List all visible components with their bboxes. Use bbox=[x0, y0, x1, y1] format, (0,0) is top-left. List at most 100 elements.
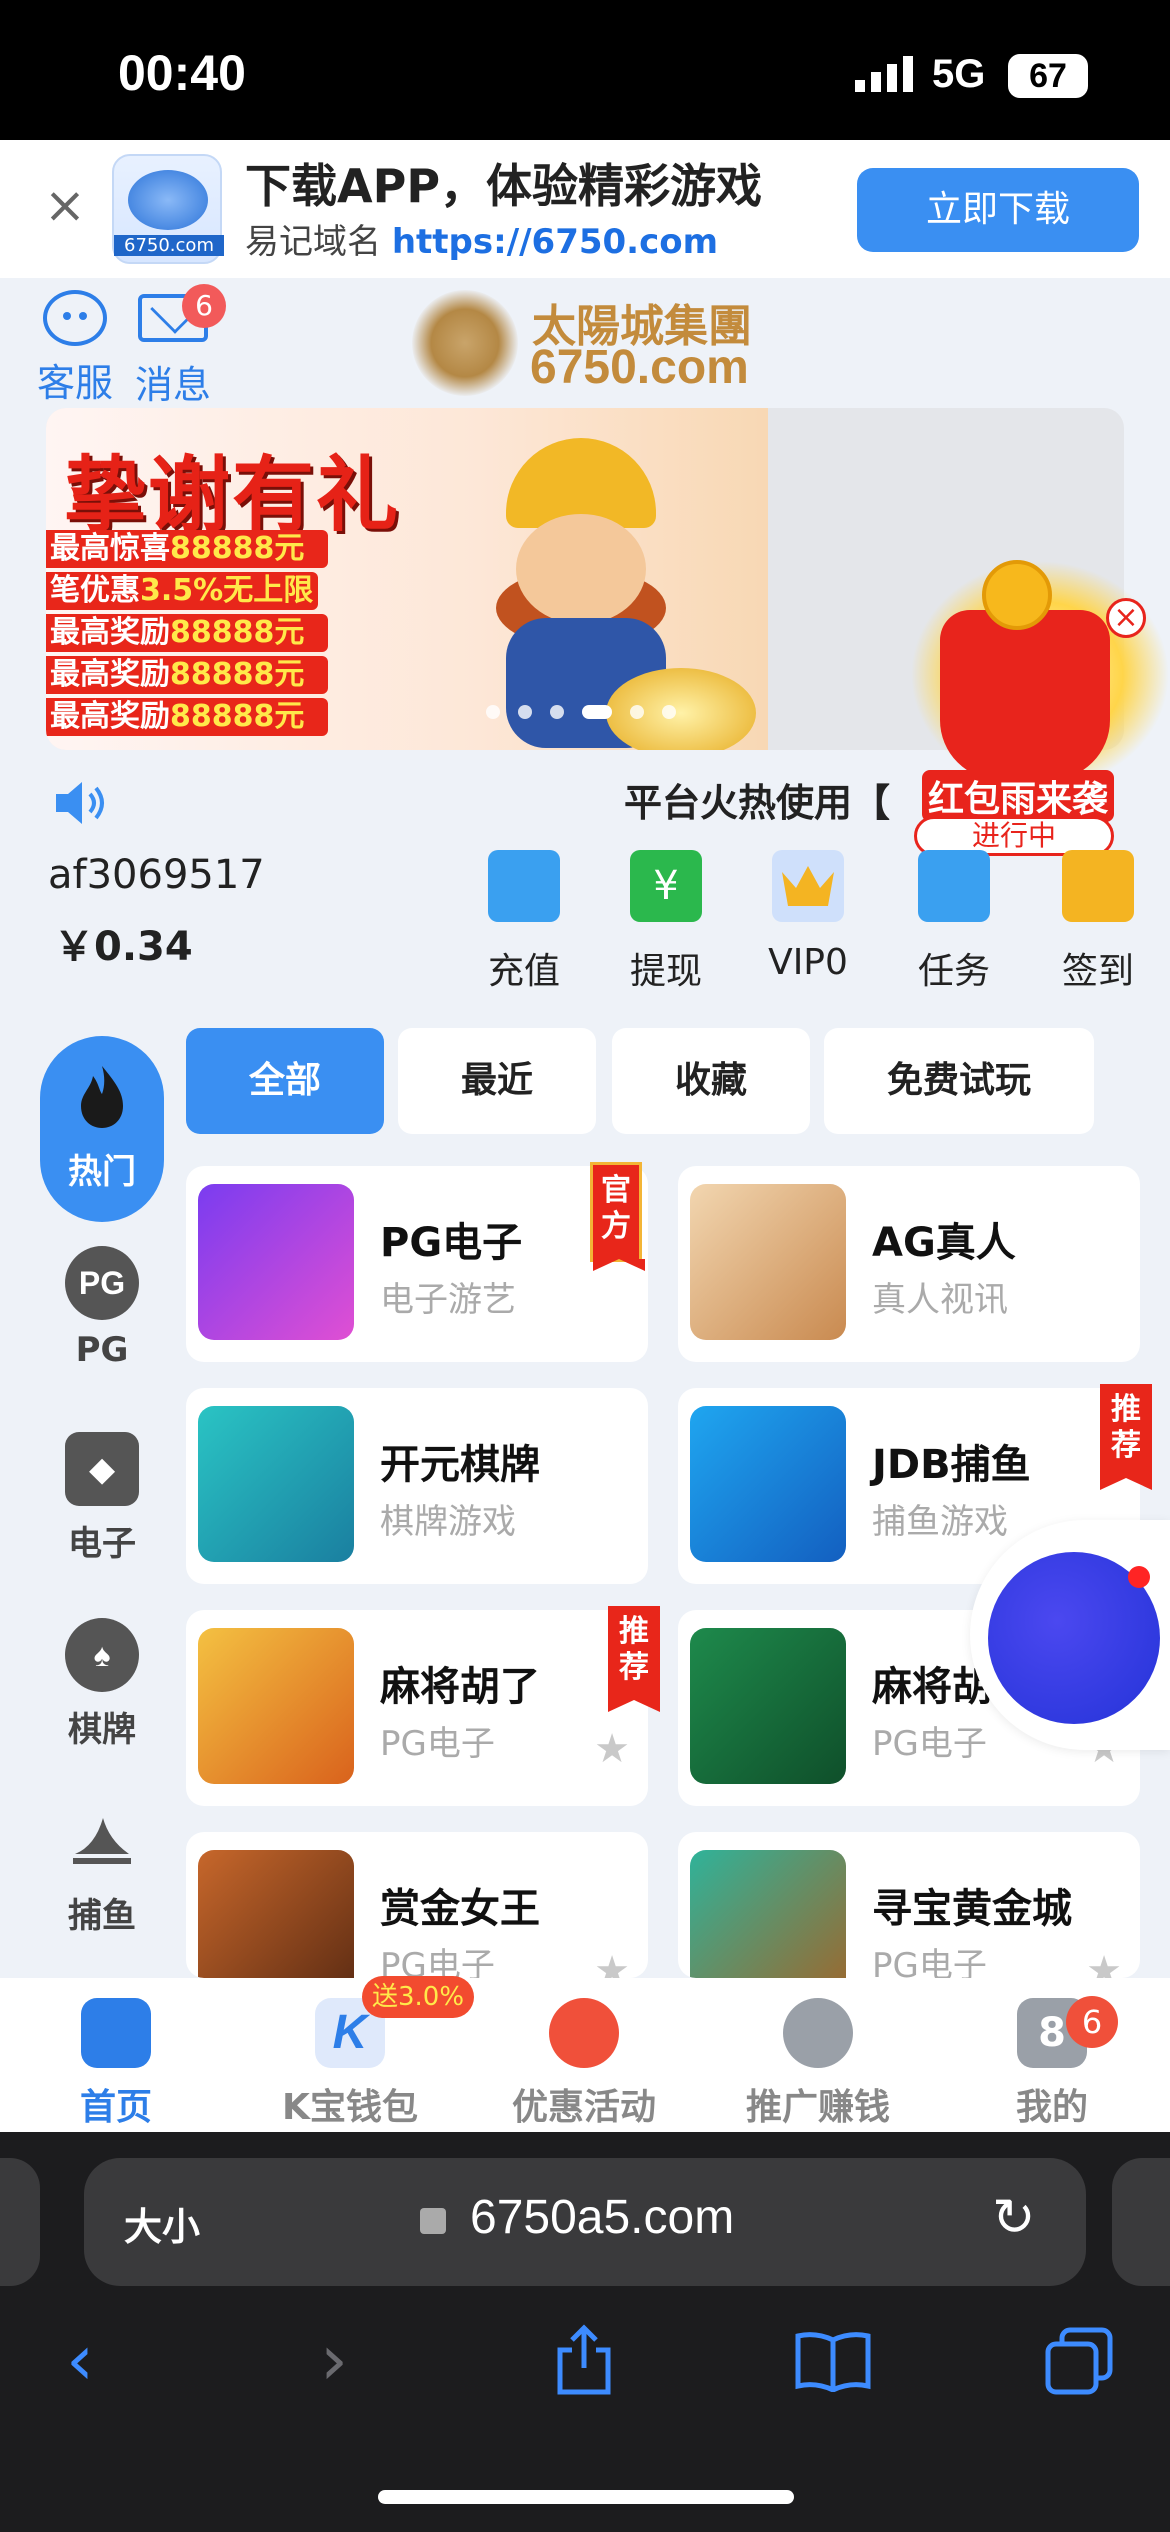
domain-link[interactable]: https://6750.com bbox=[392, 222, 718, 262]
home-indicator bbox=[378, 2490, 794, 2504]
coin-icon bbox=[982, 560, 1052, 630]
promo-line: 最高奖励88888元 bbox=[46, 656, 328, 694]
tab-home[interactable]: 首页 bbox=[16, 1998, 216, 2130]
balance: ￥0.34 bbox=[54, 924, 193, 970]
battery-icon: 67 bbox=[1008, 54, 1088, 98]
announcement-marquee[interactable]: 平台火热使用【 bbox=[624, 772, 890, 827]
app-icon: 6750.com bbox=[112, 154, 224, 264]
red-packet-float[interactable]: × 红包雨来袭 进行中 bbox=[890, 560, 1170, 856]
shark-icon bbox=[65, 1804, 139, 1878]
favorite-star-icon[interactable]: ★ bbox=[1086, 1948, 1122, 1978]
service-label: 客服 bbox=[36, 361, 113, 405]
text-size-button[interactable]: 大小 bbox=[124, 2196, 200, 2251]
share-icon[interactable] bbox=[552, 2322, 616, 2398]
lock-icon bbox=[420, 2208, 446, 2234]
promo-line: 笔优惠3.5%无上限 bbox=[46, 572, 318, 610]
game-card-treasure[interactable]: 寻宝黄金城 PG电子 ★ bbox=[678, 1832, 1140, 1978]
download-button[interactable]: 立即下载 bbox=[857, 168, 1139, 252]
game-thumbnail bbox=[690, 1850, 846, 1978]
promo-line: 最高奖励88888元 bbox=[46, 698, 328, 736]
status-bar: 00:40 5G 67 bbox=[0, 0, 1170, 140]
category-hot[interactable]: 热门 bbox=[40, 1036, 164, 1222]
favorite-star-icon[interactable]: ★ bbox=[594, 1948, 630, 1978]
game-card-pg[interactable]: PG电子 电子游艺 官方 bbox=[186, 1162, 648, 1362]
game-thumbnail bbox=[198, 1184, 354, 1340]
cash-withdraw-icon: ¥ bbox=[630, 850, 702, 922]
promo-line: 最高惊喜88888元 bbox=[46, 530, 328, 568]
tabs-icon[interactable] bbox=[1044, 2326, 1114, 2396]
pg-logo-icon: PG bbox=[65, 1246, 139, 1320]
promo-line: 最高奖励88888元 bbox=[46, 614, 328, 652]
download-title: 下载APP，体验精彩游戏 bbox=[245, 159, 763, 213]
url-text[interactable]: 6750a5.com bbox=[470, 2190, 734, 2245]
red-envelope-icon bbox=[940, 610, 1110, 780]
fire-icon bbox=[65, 1060, 139, 1134]
withdraw-button[interactable]: ¥ 提现 bbox=[606, 850, 726, 994]
category-fishing[interactable]: 捕鱼 bbox=[40, 1804, 164, 1937]
task-list-icon bbox=[918, 850, 990, 922]
game-card-ag[interactable]: AG真人 真人视讯 bbox=[678, 1166, 1140, 1362]
poker-chip-icon: ♠ bbox=[65, 1618, 139, 1692]
recommend-tag: 推荐 bbox=[1100, 1384, 1152, 1490]
task-button[interactable]: 任务 bbox=[894, 850, 1014, 994]
tab-promotions[interactable]: 优惠活动 bbox=[484, 1998, 684, 2130]
customer-service-button[interactable]: 客服 bbox=[30, 290, 120, 407]
carousel-dots bbox=[486, 704, 694, 723]
game-thumbnail bbox=[198, 1850, 354, 1978]
k-wallet-badge: 送3.0% bbox=[362, 1976, 475, 2018]
game-card-ky[interactable]: 开元棋牌 棋牌游戏 bbox=[186, 1388, 648, 1584]
gamepad-icon: ◆ bbox=[65, 1432, 139, 1506]
red-packet-label: 红包雨来袭 bbox=[922, 770, 1115, 822]
promo-slide[interactable]: 挚谢有礼 最高惊喜88888元 笔优惠3.5%无上限 最高奖励88888元 最高… bbox=[46, 408, 768, 750]
deposit-button[interactable]: 充值 bbox=[464, 850, 584, 994]
domain-text: 易记域名 https://6750.com bbox=[245, 222, 719, 262]
game-thumbnail bbox=[690, 1184, 846, 1340]
bookmarks-icon[interactable] bbox=[794, 2330, 872, 2392]
status-time: 00:40 bbox=[118, 45, 246, 101]
wallet-icon bbox=[488, 850, 560, 922]
tab-recent[interactable]: 最近 bbox=[398, 1028, 596, 1134]
messages-badge: 6 bbox=[182, 284, 226, 328]
address-bar[interactable]: 大小 6750a5.com ↻ bbox=[84, 2158, 1086, 2286]
favorite-star-icon[interactable]: ★ bbox=[594, 1726, 630, 1772]
game-card-bounty[interactable]: 赏金女王 PG电子 ★ bbox=[186, 1832, 648, 1978]
site-logo: 太陽城集團 6750.com bbox=[412, 286, 752, 396]
crown-icon bbox=[772, 850, 844, 922]
tab-profile[interactable]: 8 我的 bbox=[952, 1998, 1152, 2130]
vip-button[interactable]: VIP0 bbox=[748, 850, 868, 983]
user-check-icon bbox=[783, 1998, 853, 2068]
close-icon[interactable]: × bbox=[1106, 598, 1146, 638]
tab-all[interactable]: 全部 bbox=[186, 1028, 384, 1134]
category-electronic[interactable]: ◆ 电子 bbox=[40, 1432, 164, 1565]
gift-icon bbox=[549, 1998, 619, 2068]
close-icon[interactable]: × bbox=[40, 180, 90, 230]
recommend-tag: 推荐 bbox=[608, 1606, 660, 1712]
game-card-mahjong[interactable]: 麻将胡了 PG电子 ★ 推荐 bbox=[186, 1606, 660, 1806]
speaker-icon bbox=[56, 782, 104, 824]
game-thumbnail bbox=[198, 1406, 354, 1562]
calendar-check-icon bbox=[1062, 850, 1134, 922]
forward-icon[interactable]: › bbox=[320, 2320, 348, 2400]
category-cards[interactable]: ♠ 棋牌 bbox=[40, 1618, 164, 1751]
category-pg[interactable]: PG PG bbox=[40, 1246, 164, 1370]
sun-emblem-icon bbox=[412, 290, 518, 396]
game-thumbnail bbox=[690, 1628, 846, 1784]
download-banner: × 6750.com 下载APP，体验精彩游戏 易记域名 https://675… bbox=[0, 140, 1170, 278]
miner-illustration bbox=[436, 418, 756, 750]
previous-tab-preview[interactable] bbox=[0, 2158, 40, 2286]
game-thumbnail bbox=[198, 1628, 354, 1784]
tab-favorites[interactable]: 收藏 bbox=[612, 1028, 810, 1134]
official-tag: 官方 bbox=[590, 1162, 645, 1271]
profile-badge: 6 bbox=[1066, 1996, 1118, 2048]
username: af3069517 bbox=[48, 852, 265, 898]
tab-free-trial[interactable]: 免费试玩 bbox=[824, 1028, 1094, 1134]
checkin-button[interactable]: 签到 bbox=[1038, 850, 1158, 994]
back-icon[interactable]: ‹ bbox=[66, 2320, 94, 2400]
tab-referral[interactable]: 推广赚钱 bbox=[718, 1998, 918, 2130]
next-tab-preview[interactable] bbox=[1112, 2158, 1170, 2286]
reload-icon[interactable]: ↻ bbox=[992, 2188, 1036, 2248]
smiley-support-icon bbox=[43, 290, 107, 346]
gamepad-icon bbox=[81, 1998, 151, 2068]
cellular-signal-icon bbox=[855, 56, 913, 92]
game-thumbnail bbox=[690, 1406, 846, 1562]
